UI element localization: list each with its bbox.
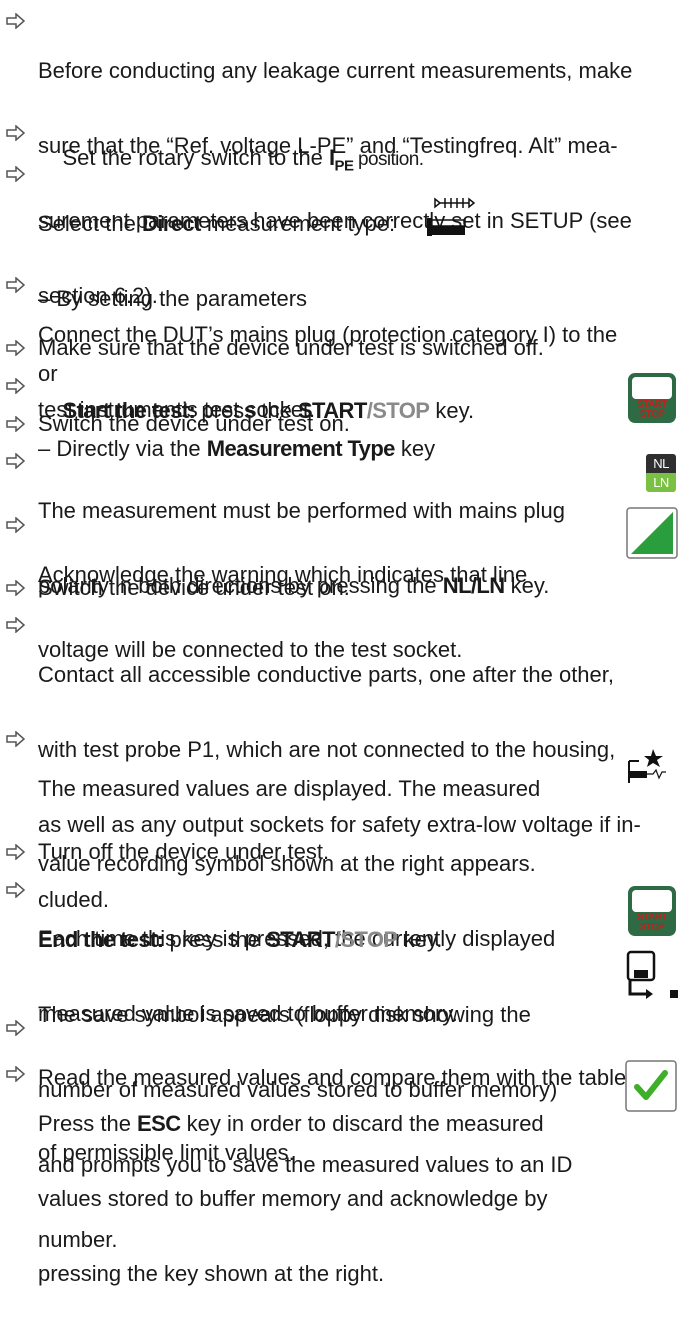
key-face bbox=[632, 890, 672, 912]
warning-acknowledge-key-icon[interactable] bbox=[626, 507, 678, 559]
step-text: Make sure that the device under test is … bbox=[38, 335, 544, 360]
bullet-arrow-icon bbox=[6, 340, 26, 356]
bullet-arrow-icon bbox=[6, 580, 26, 596]
start-stop-key[interactable]: START STOP bbox=[628, 886, 676, 936]
step-text: Turn off the device under test. bbox=[38, 839, 330, 864]
step-text: Switch the device under test on. bbox=[38, 411, 350, 436]
bullet-arrow-icon bbox=[6, 731, 26, 747]
bullet-arrow-icon bbox=[6, 1020, 26, 1036]
bullet-arrow-icon bbox=[6, 277, 26, 293]
bullet-arrow-icon bbox=[6, 1066, 26, 1082]
bullet-arrow-icon bbox=[6, 517, 26, 533]
bullet-arrow-icon bbox=[6, 617, 26, 633]
key-label-stop: STOP bbox=[639, 409, 665, 420]
save-floppy-disk-icon[interactable] bbox=[626, 950, 680, 1002]
checkmark-acknowledge-key-icon[interactable] bbox=[625, 1060, 677, 1112]
measurement-type-key-icon[interactable] bbox=[425, 196, 477, 238]
bullet-arrow-icon bbox=[6, 378, 26, 394]
bullet-arrow-icon bbox=[6, 882, 26, 898]
bullet-arrow-icon bbox=[6, 416, 26, 432]
nl-label: NL bbox=[646, 454, 676, 473]
start-stop-key[interactable]: START STOP bbox=[628, 373, 676, 423]
key-label-stop: STOP bbox=[639, 922, 665, 933]
bullet-arrow-icon bbox=[6, 125, 26, 141]
bullet-arrow-icon bbox=[6, 13, 26, 29]
key-face bbox=[632, 377, 672, 399]
record-value-key-icon[interactable] bbox=[625, 747, 673, 785]
bullet-arrow-icon bbox=[6, 844, 26, 860]
step-text: Switch the device under test on. bbox=[38, 575, 350, 600]
bullet-arrow-icon bbox=[6, 453, 26, 469]
ln-label: LN bbox=[646, 473, 676, 492]
nl-ln-key[interactable]: NL LN bbox=[646, 454, 676, 492]
step-text: Press the ESC key in order to discard th… bbox=[38, 1111, 548, 1286]
bullet-arrow-icon bbox=[6, 166, 26, 182]
